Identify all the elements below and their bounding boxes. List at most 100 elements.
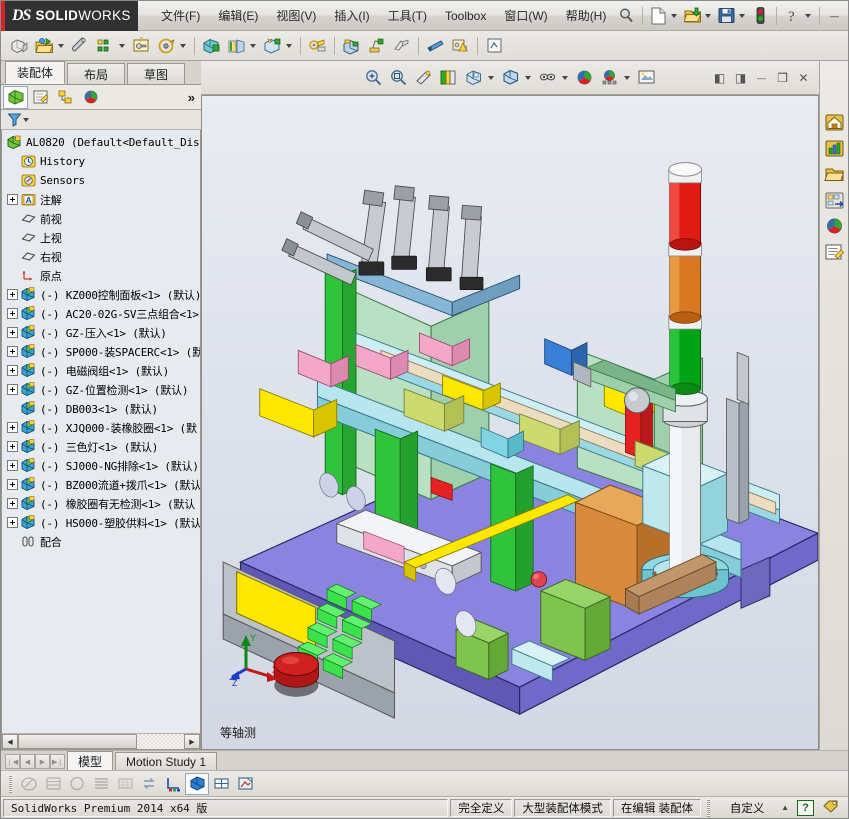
status-tag-icon[interactable] <box>822 798 840 817</box>
tab-sketch[interactable]: 草图 <box>127 63 186 84</box>
reference-geometry-icon[interactable] <box>224 33 249 58</box>
design-library-icon[interactable] <box>822 135 847 160</box>
display-style-icon[interactable] <box>499 66 523 90</box>
next-tab-button[interactable]: ▶ <box>35 754 50 769</box>
doc-close-button[interactable]: ✕ <box>794 70 813 87</box>
expand-toggle-icon[interactable] <box>7 441 18 452</box>
edit-component-icon[interactable] <box>7 33 32 58</box>
tree-item-component[interactable]: (-) GZ-位置检测<1> (默认) <box>5 380 200 399</box>
scroll-left-arrow-icon[interactable]: ◀ <box>2 734 18 749</box>
scroll-track[interactable] <box>136 734 184 749</box>
expand-toggle-icon[interactable] <box>7 289 18 300</box>
menu-tools[interactable]: 工具(T) <box>379 2 436 29</box>
file-explorer-icon[interactable] <box>822 161 847 186</box>
isometric-view-icon[interactable] <box>185 772 209 795</box>
tree-item-component[interactable]: (-) SJ000-NG排除<1> (默认) <box>5 456 200 475</box>
custom-properties-icon[interactable] <box>822 239 847 264</box>
solidworks-resources-icon[interactable] <box>822 109 847 134</box>
tree-item-mates[interactable]: 配合 <box>5 532 200 551</box>
tab-layout[interactable]: 布局 <box>67 63 126 84</box>
view-orientation-caret-icon[interactable] <box>487 75 494 80</box>
menu-window[interactable]: 窗口(W) <box>495 2 556 29</box>
tree-item-component[interactable]: (-) HS000-塑胶供料<1> (默认 <box>5 513 200 532</box>
tree-item-component[interactable]: (-) SP000-装SPACERC<1> (默 <box>5 342 200 361</box>
status-help-icon[interactable]: ? <box>797 799 814 816</box>
tree-item-component[interactable]: (-) KZ000控制面板<1> (默认) <box>5 285 200 304</box>
restore-left-pane-button[interactable]: ◧ <box>710 70 729 87</box>
doc-minimize-button[interactable]: — <box>752 70 771 87</box>
tree-item-top-plane[interactable]: 上视 <box>5 228 200 247</box>
interference-detection-icon[interactable] <box>389 33 414 58</box>
open-folder-icon[interactable] <box>681 4 704 27</box>
property-manager-tab[interactable] <box>28 86 53 109</box>
expand-toggle-icon[interactable] <box>7 479 18 490</box>
expand-toggle-icon[interactable] <box>7 327 18 338</box>
statusbar-gripper[interactable] <box>707 798 711 817</box>
expand-toggle-icon[interactable] <box>7 460 18 471</box>
move-component-caret-icon[interactable] <box>180 43 186 48</box>
minimize-button[interactable]: — <box>824 7 844 25</box>
menu-help[interactable]: 帮助(H) <box>557 2 616 29</box>
new-document-caret-icon[interactable] <box>671 13 678 18</box>
assembly-features-icon[interactable] <box>199 33 224 58</box>
section-view-icon[interactable] <box>437 66 461 90</box>
tree-item-component[interactable]: (-) XJQ000-装橡胶圈<1> (默 <box>5 418 200 437</box>
previous-view-icon[interactable] <box>412 66 436 90</box>
menu-file[interactable]: 文件(F) <box>152 2 209 29</box>
two-view-icon[interactable] <box>209 773 233 795</box>
new-document-icon[interactable] <box>647 4 670 27</box>
status-custom-caret-icon[interactable]: ▲ <box>781 803 789 812</box>
tree-item-annotations[interactable]: A 注解 <box>5 190 200 209</box>
assembly-visualization-icon[interactable] <box>482 33 507 58</box>
explode-line-sketch-icon[interactable] <box>364 33 389 58</box>
zoom-to-fit-icon[interactable] <box>362 66 386 90</box>
insert-component-caret-icon[interactable] <box>58 43 64 48</box>
expand-toggle-icon[interactable] <box>7 346 18 357</box>
view-settings-caret-icon[interactable] <box>623 75 630 80</box>
swap-views-icon[interactable] <box>137 773 161 795</box>
first-tab-button[interactable]: ❘◀ <box>5 754 20 769</box>
scene-icon[interactable] <box>65 773 89 795</box>
tree-item-component[interactable]: (-) 三色灯<1> (默认) <box>5 437 200 456</box>
expand-toggle-icon[interactable] <box>7 517 18 528</box>
insert-component-icon[interactable] <box>32 33 57 58</box>
tree-item-sensors[interactable]: Sensors <box>5 171 200 190</box>
status-custom-label[interactable]: 自定义 <box>715 799 779 817</box>
scroll-thumb[interactable] <box>18 734 137 749</box>
hide-show-caret-icon[interactable] <box>561 75 568 80</box>
expand-toggle-icon[interactable] <box>7 384 18 395</box>
save-icon[interactable] <box>715 4 738 27</box>
filter-caret-icon[interactable] <box>23 117 29 122</box>
rebuild-traffic-light-icon[interactable] <box>749 4 772 27</box>
feature-manager-tree-tab[interactable] <box>3 85 28 109</box>
render-preview-icon[interactable] <box>635 66 659 90</box>
linear-component-pattern-icon[interactable] <box>93 33 118 58</box>
help-question-icon[interactable]: ? <box>781 4 804 27</box>
configuration-manager-tab[interactable] <box>53 86 78 109</box>
tree-root-assembly[interactable]: AL0820 (Default<Default_Disp <box>5 133 200 152</box>
filter-icon[interactable] <box>7 112 22 127</box>
motion-study-caret-icon[interactable] <box>286 43 292 48</box>
tree-item-origin[interactable]: 原点 <box>5 266 200 285</box>
pattern-caret-icon[interactable] <box>119 43 125 48</box>
tree-item-component[interactable]: (-) 橡胶圈有无检测<1> (默认 <box>5 494 200 513</box>
tree-item-component[interactable]: (-) BZ000流道+拨爪<1> (默认 <box>5 475 200 494</box>
grid-icon[interactable] <box>113 773 137 795</box>
exploded-view-icon[interactable] <box>339 33 364 58</box>
view-orientation-icon[interactable] <box>462 66 486 90</box>
section-properties-icon[interactable] <box>233 773 257 795</box>
apply-scene-icon[interactable] <box>573 66 597 90</box>
last-tab-button[interactable]: ▶❘ <box>50 754 65 769</box>
tree-item-front-plane[interactable]: 前视 <box>5 209 200 228</box>
assembly-3d-model[interactable] <box>202 96 818 749</box>
display-manager-tab[interactable] <box>78 86 103 109</box>
expand-toggle-icon[interactable] <box>7 365 18 376</box>
tree-item-component[interactable]: (-) AC20-02G-SV三点组合<1> <box>5 304 200 323</box>
tree-item-component[interactable]: (-) DB003<1> (默认) <box>5 399 200 418</box>
tree-item-component[interactable]: (-) 电磁阀组<1> (默认) <box>5 361 200 380</box>
menu-edit[interactable]: 编辑(E) <box>209 2 267 29</box>
tab-model[interactable]: 模型 <box>67 751 114 770</box>
view-palette-icon[interactable] <box>822 187 847 212</box>
view-settings-icon[interactable] <box>598 66 622 90</box>
tree-item-right-plane[interactable]: 右视 <box>5 247 200 266</box>
